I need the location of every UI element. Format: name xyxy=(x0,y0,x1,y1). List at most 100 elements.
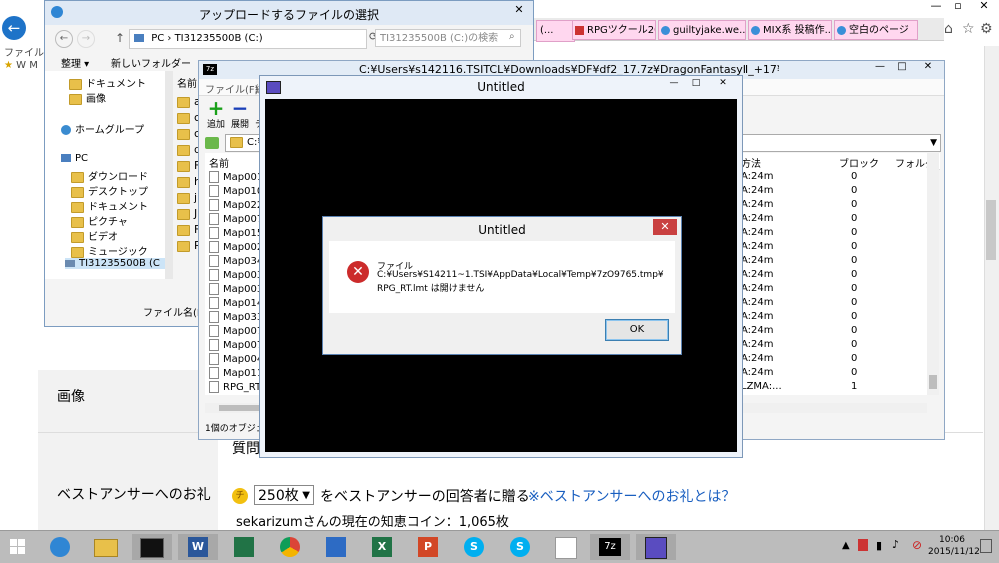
nav-pane-scrollbar[interactable] xyxy=(165,71,173,279)
tab-1[interactable]: RPGツクール20... xyxy=(572,20,656,40)
game-icon[interactable] xyxy=(636,534,676,560)
untitled-close-button[interactable]: ✕ xyxy=(708,78,738,88)
skype2-icon[interactable]: S xyxy=(500,534,540,560)
project-icon[interactable] xyxy=(224,534,264,560)
search-input[interactable]: TI31235500B (C:)の検索 xyxy=(375,29,521,47)
settings-gear-icon[interactable]: ⚙ xyxy=(980,21,993,37)
favorites-star-icon[interactable]: ☆ xyxy=(962,21,975,37)
tray-expand-icon[interactable]: ▲ xyxy=(842,540,850,551)
organize-button[interactable]: 整理 ▾ xyxy=(61,55,89,70)
browser-restore-button[interactable]: ▫ xyxy=(946,0,970,14)
nav-item-pictures2[interactable]: ピクチャ xyxy=(71,213,128,228)
excel-icon[interactable]: X xyxy=(362,534,402,560)
network-icon[interactable]: ▮ xyxy=(876,539,882,552)
col-folder-header[interactable]: フォルダ xyxy=(895,155,931,170)
cmd-icon[interactable] xyxy=(132,534,172,560)
best-answer-link[interactable]: ※ベストアンサーへのお礼とは？ xyxy=(528,486,735,506)
folder-item[interactable]: j xyxy=(177,191,197,204)
nav-up-icon[interactable]: ↑ xyxy=(115,31,125,45)
file-list-header[interactable]: 名前 xyxy=(177,75,197,90)
error-titlebar: Untitled ✕ xyxy=(323,217,681,241)
page-scrollbar-thumb[interactable] xyxy=(986,200,996,260)
menu-file[interactable]: ファイル(F) xyxy=(205,81,259,96)
nav-pane: ドキュメント 画像 ホームグループ PC ダウンロード デスクトップ ドキュメン… xyxy=(45,71,165,279)
zip-minimize-button[interactable]: — xyxy=(869,61,891,77)
powerpoint-icon[interactable]: P xyxy=(408,534,448,560)
notification-icon[interactable] xyxy=(980,539,992,553)
tray-block-icon[interactable]: ⊘ xyxy=(912,538,922,552)
browser-close-button[interactable]: ✕ xyxy=(970,0,998,14)
error-close-button[interactable]: ✕ xyxy=(653,219,677,235)
zip-maximize-button[interactable]: □ xyxy=(891,61,913,77)
new-folder-button[interactable]: 新しいフォルダー xyxy=(111,55,191,70)
folder-item[interactable]: F xyxy=(177,223,200,236)
nav-item-videos[interactable]: ビデオ xyxy=(71,228,118,243)
add-button[interactable]: + 追加 xyxy=(205,98,227,130)
untitled-minimize-button[interactable]: — xyxy=(664,78,684,88)
tray-clock[interactable]: 10:06 2015/11/12 xyxy=(928,534,980,558)
path-pc[interactable]: PC xyxy=(151,33,164,44)
error-line-2: C:¥Users¥S14211~1.TSI¥AppData¥Local¥Temp… xyxy=(377,270,664,280)
browser-back-button[interactable]: ← xyxy=(2,16,26,40)
nav-item-documents[interactable]: ドキュメント xyxy=(69,75,146,90)
nav-back-icon[interactable]: ← xyxy=(55,30,73,48)
skype-icon[interactable]: S xyxy=(454,534,494,560)
path-drive[interactable]: TI31235500B (C:) xyxy=(175,33,263,44)
volume-icon[interactable]: ♪ xyxy=(892,538,899,551)
folder-item[interactable]: c xyxy=(177,111,200,124)
chevron-down-icon[interactable]: ▼ xyxy=(930,135,937,151)
nav-item-documents2[interactable]: ドキュメント xyxy=(71,198,148,213)
nav-item-drive[interactable]: TI31235500B (C xyxy=(65,258,165,269)
chrome-icon[interactable] xyxy=(270,534,310,560)
folder-item[interactable]: c xyxy=(177,127,200,140)
up-folder-icon[interactable] xyxy=(205,137,219,149)
nav-item-homegroup[interactable]: ホームグループ xyxy=(61,121,144,136)
coin-icon: チ xyxy=(232,488,248,504)
coin-select[interactable]: 250枚 ▼ xyxy=(254,485,314,505)
ok-button[interactable]: OK xyxy=(605,319,669,341)
file-dialog-close-button[interactable]: ✕ xyxy=(507,3,531,19)
error-line-3: RPG_RT.lmt は開けません xyxy=(377,284,485,294)
tab-3[interactable]: MIX系 投稿作... xyxy=(748,20,832,40)
7zip-icon[interactable]: 7z xyxy=(590,534,630,560)
nav-item-downloads[interactable]: ダウンロード xyxy=(71,168,148,183)
explorer-icon[interactable] xyxy=(86,534,126,560)
browser-minimize-button[interactable]: — xyxy=(924,0,948,14)
search-icon[interactable]: ⌕ xyxy=(509,31,515,42)
address-bar[interactable]: PC › TI31235500B (C:) xyxy=(129,29,367,49)
file-dialog-titlebar: アップロードするファイルの選択 ✕ xyxy=(45,1,533,25)
nav-item-pictures[interactable]: 画像 xyxy=(69,90,106,105)
paint-icon[interactable] xyxy=(546,534,586,560)
tray-warning-icon[interactable] xyxy=(858,539,868,551)
untitled-maximize-button[interactable]: □ xyxy=(686,78,706,88)
word-icon[interactable]: W xyxy=(178,534,218,560)
image-label: 画像 xyxy=(57,389,85,405)
nav-forward-icon[interactable]: → xyxy=(77,30,95,48)
scrollbar-thumb[interactable] xyxy=(219,405,259,411)
photo-icon[interactable] xyxy=(316,534,356,560)
error-title: Untitled xyxy=(478,223,526,237)
error-icon: ✕ xyxy=(347,261,369,283)
col-block-header[interactable]: ブロック xyxy=(839,155,879,170)
tab-4[interactable]: 空白のページ xyxy=(834,20,918,40)
col-method-header[interactable]: 方法 xyxy=(741,155,761,170)
folder-item[interactable]: F xyxy=(177,159,200,172)
rpg-icon xyxy=(575,26,584,35)
drive-icon xyxy=(65,259,75,267)
page-scrollbar[interactable] xyxy=(984,46,999,530)
ie-icon[interactable] xyxy=(40,534,80,560)
nav-item-music[interactable]: ミュージック xyxy=(71,243,148,258)
folder-item[interactable]: J xyxy=(177,207,197,220)
list-v-scrollbar[interactable] xyxy=(927,153,939,395)
nav-item-desktop[interactable]: デスクトップ xyxy=(71,183,148,198)
tab-0[interactable]: (... xyxy=(536,20,575,42)
extract-button[interactable]: − 展開 xyxy=(229,98,251,130)
pc-icon xyxy=(134,34,144,42)
col-name-header[interactable]: 名前 xyxy=(209,155,229,170)
nav-item-pc[interactable]: PC xyxy=(61,153,88,164)
scrollbar-thumb[interactable] xyxy=(929,375,937,389)
tab-2[interactable]: guiltyjake.we... xyxy=(658,20,746,40)
zip-close-button[interactable]: ✕ xyxy=(915,61,941,77)
windows-start-icon[interactable] xyxy=(10,539,26,555)
home-icon[interactable]: ⌂ xyxy=(944,21,953,37)
